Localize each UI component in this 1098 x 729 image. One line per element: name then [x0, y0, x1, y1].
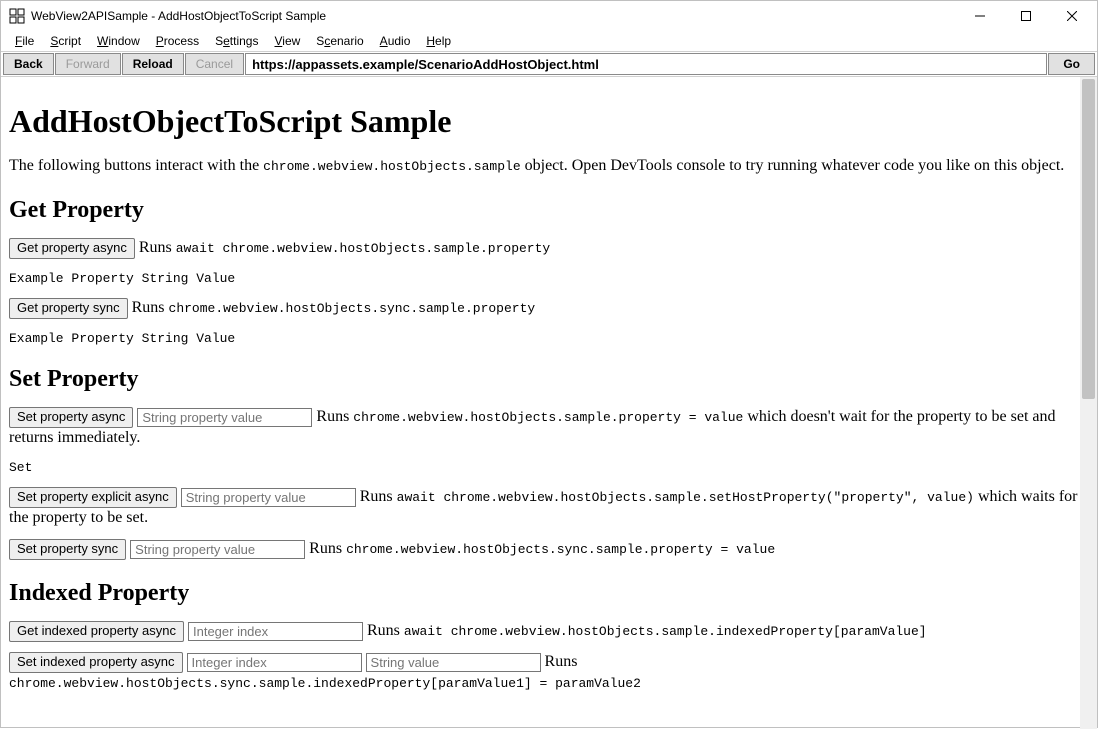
intro-paragraph: The following buttons interact with the …	[9, 156, 1089, 177]
menu-settings[interactable]: Settings	[207, 32, 266, 50]
set-sync-input[interactable]	[130, 540, 305, 559]
back-button[interactable]: Back	[3, 53, 54, 75]
get-indexed-row: Get indexed property async Runs await ch…	[9, 621, 1089, 642]
get-property-sync-row: Get property sync Runs chrome.webview.ho…	[9, 298, 1089, 319]
go-button[interactable]: Go	[1048, 53, 1095, 75]
get-async-result: Example Property String Value	[9, 271, 1089, 286]
runs-label: Runs	[367, 622, 404, 639]
cancel-button[interactable]: Cancel	[185, 53, 244, 75]
runs-label: Runs	[316, 408, 353, 425]
set-explicit-code: await chrome.webview.hostObjects.sample.…	[397, 490, 974, 505]
runs-label: Runs	[309, 540, 346, 557]
runs-label: Runs	[360, 488, 397, 505]
get-indexed-code: await chrome.webview.hostObjects.sample.…	[404, 624, 927, 639]
set-property-async-row: Set property async Runs chrome.webview.h…	[9, 407, 1089, 449]
close-button[interactable]	[1049, 1, 1095, 31]
window-title: WebView2APISample - AddHostObjectToScrip…	[31, 9, 957, 23]
get-sync-code: chrome.webview.hostObjects.sync.sample.p…	[169, 301, 536, 316]
set-property-sync-row: Set property sync Runs chrome.webview.ho…	[9, 539, 1089, 560]
menu-file[interactable]: File	[7, 32, 42, 50]
intro-code: chrome.webview.hostObjects.sample	[263, 159, 520, 174]
set-indexed-row: Set indexed property async Runs chrome.w…	[9, 652, 1089, 694]
menu-script[interactable]: Script	[42, 32, 89, 50]
get-property-async-row: Get property async Runs await chrome.web…	[9, 238, 1089, 259]
runs-label: Runs	[132, 299, 169, 316]
set-property-heading: Set Property	[9, 366, 1089, 393]
address-bar[interactable]	[245, 53, 1047, 75]
set-sync-code: chrome.webview.hostObjects.sync.sample.p…	[346, 542, 775, 557]
menu-process[interactable]: Process	[148, 32, 207, 50]
maximize-button[interactable]	[1003, 1, 1049, 31]
minimize-button[interactable]	[957, 1, 1003, 31]
runs-label: Runs	[545, 653, 578, 670]
set-explicit-input[interactable]	[181, 488, 356, 507]
intro-suffix: object. Open DevTools console to try run…	[521, 157, 1065, 174]
get-sync-result: Example Property String Value	[9, 331, 1089, 346]
title-bar: WebView2APISample - AddHostObjectToScrip…	[1, 1, 1097, 31]
indexed-property-heading: Indexed Property	[9, 580, 1089, 607]
get-indexed-async-button[interactable]: Get indexed property async	[9, 621, 184, 642]
vertical-scrollbar[interactable]	[1080, 77, 1097, 729]
menu-bar: File Script Window Process Settings View…	[1, 31, 1097, 51]
menu-window[interactable]: Window	[89, 32, 148, 50]
scrollbar-thumb[interactable]	[1082, 79, 1095, 399]
get-property-heading: Get Property	[9, 197, 1089, 224]
forward-button[interactable]: Forward	[55, 53, 121, 75]
get-indexed-input[interactable]	[188, 622, 363, 641]
reload-button[interactable]: Reload	[122, 53, 184, 75]
get-property-async-button[interactable]: Get property async	[9, 238, 135, 259]
menu-view[interactable]: View	[266, 32, 308, 50]
set-indexed-int-input[interactable]	[187, 653, 362, 672]
set-async-result: Set	[9, 460, 1089, 475]
set-property-explicit-async-button[interactable]: Set property explicit async	[9, 487, 177, 508]
menu-help[interactable]: Help	[418, 32, 459, 50]
menu-audio[interactable]: Audio	[372, 32, 419, 50]
page-title: AddHostObjectToScript Sample	[9, 103, 1089, 140]
webview-area: AddHostObjectToScript Sample The followi…	[1, 77, 1097, 729]
toolbar: Back Forward Reload Cancel Go	[1, 51, 1097, 77]
get-property-sync-button[interactable]: Get property sync	[9, 298, 128, 319]
intro-prefix: The following buttons interact with the	[9, 157, 263, 174]
set-property-async-button[interactable]: Set property async	[9, 407, 133, 428]
page-content: AddHostObjectToScript Sample The followi…	[1, 77, 1097, 729]
set-property-sync-button[interactable]: Set property sync	[9, 539, 126, 560]
runs-label: Runs	[139, 239, 176, 256]
set-property-explicit-row: Set property explicit async Runs await c…	[9, 487, 1089, 529]
set-async-input[interactable]	[137, 408, 312, 427]
app-icon	[9, 8, 25, 24]
window-controls	[957, 1, 1095, 31]
set-indexed-string-input[interactable]	[366, 653, 541, 672]
menu-scenario[interactable]: Scenario	[308, 32, 371, 50]
set-indexed-async-button[interactable]: Set indexed property async	[9, 652, 183, 673]
set-async-code: chrome.webview.hostObjects.sample.proper…	[353, 410, 743, 425]
set-indexed-code: chrome.webview.hostObjects.sync.sample.i…	[9, 676, 641, 691]
get-async-code: await chrome.webview.hostObjects.sample.…	[176, 241, 550, 256]
